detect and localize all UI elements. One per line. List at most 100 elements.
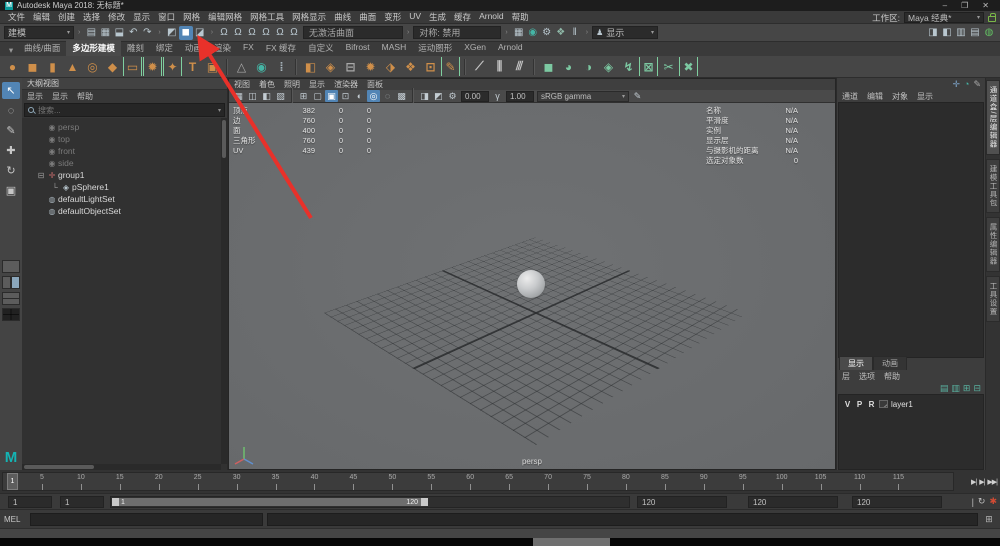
outliner-menu-2[interactable]: 显示 [52, 91, 68, 102]
workspace-reset-icon[interactable]: ◍ [982, 26, 996, 40]
channel-box-menu-3[interactable]: 对象 [892, 91, 908, 102]
open-scene-icon[interactable]: ▦ [98, 26, 112, 40]
layer-editor-tab-2[interactable]: 动画 [873, 356, 907, 370]
two-pane-horizontal-layout[interactable] [2, 292, 20, 305]
new-scene-icon[interactable]: ▤ [84, 26, 98, 40]
speed-ramp-icon[interactable]: ◔ [964, 79, 969, 89]
shelf-tab-8[interactable]: FX 缓存 [260, 40, 302, 56]
move-layer-down-icon[interactable]: ▥ [951, 383, 960, 394]
shadows-icon[interactable]: ◐ [353, 90, 366, 102]
menubar-item-2[interactable]: 编辑 [33, 11, 50, 23]
construction-plane-icon[interactable]: △ [232, 57, 251, 76]
attribute-editor-toggle-icon[interactable]: ◨ [926, 26, 940, 40]
poly-pipe-icon[interactable]: ▭ [123, 57, 142, 76]
active-surface-field[interactable]: 无激活曲面 [303, 26, 404, 39]
collapse-divider-icon[interactable]: › [156, 29, 162, 36]
multisample-aa-icon[interactable]: ▩ [395, 90, 408, 102]
outliner-item-defaultObjectSet[interactable]: ◍ defaultObjectSet [22, 205, 227, 217]
layer-name[interactable]: layer1 [891, 400, 913, 409]
pause-viewport-icon[interactable]: ‖ [568, 26, 582, 40]
measure-distance-icon[interactable]: ⁞ [272, 57, 291, 76]
lasso-select-tool[interactable]: ◌ [2, 102, 20, 119]
go-to-end-icon[interactable]: ▶▶| [987, 478, 998, 486]
shelf-tab-7[interactable]: FX [237, 40, 260, 56]
channel-box-toggle-icon[interactable]: ▥ [954, 26, 968, 40]
outliner-horizontal-scrollbar[interactable] [22, 464, 221, 470]
snap-view-plane-icon[interactable]: Ω [273, 26, 287, 40]
viewport-canvas[interactable]: 顶点 382 0 0 边 760 0 0 面 400 0 0 三角形 760 0 0 UV 439 0 0 名称 N/A… [229, 103, 835, 469]
shelf-tab-5[interactable]: 动画 [179, 40, 208, 56]
layer-row[interactable]: V P R layer1 [839, 398, 983, 410]
undo-icon[interactable]: ↶ [126, 26, 140, 40]
layer-visibility-toggle[interactable]: V [843, 400, 852, 409]
make-live-icon[interactable]: Ω [287, 26, 301, 40]
screen-space-ao-icon[interactable]: ◎ [367, 90, 380, 102]
lock-camera-icon[interactable]: ◫ [246, 90, 259, 102]
motion-blur-icon[interactable]: ◌ [381, 90, 394, 102]
channel-box-menu-2[interactable]: 编辑 [867, 91, 883, 102]
shelf-tab-10[interactable]: Bifrost [340, 40, 376, 56]
sidebar-vtab-4[interactable]: 工具设置 [986, 275, 1000, 322]
image-plane-icon[interactable]: ▧ [274, 90, 287, 102]
save-scene-icon[interactable]: ⬓ [112, 26, 126, 40]
tool-settings-toggle-icon[interactable]: ◧ [940, 26, 954, 40]
render-current-frame-icon[interactable]: ▦ [512, 26, 526, 40]
menubar-item-4[interactable]: 选择 [83, 11, 100, 23]
layer-render-toggle[interactable]: R [867, 400, 876, 409]
menubar-item-14[interactable]: 变形 [384, 11, 401, 23]
shelf-tab-2[interactable]: 多边形建模 [66, 40, 121, 56]
exposure-icon[interactable]: ⚙ [446, 90, 459, 102]
menubar-item-6[interactable]: 显示 [133, 11, 150, 23]
shelf-tab-14[interactable]: Arnold [492, 40, 529, 56]
minimize-button[interactable]: – [943, 1, 947, 10]
step-forward-frame-icon[interactable]: ▶| [971, 478, 977, 486]
snap-projected-center-icon[interactable]: Ω [259, 26, 273, 40]
sidebar-vtab-1[interactable]: 通道盒/层编辑器 [986, 80, 1000, 155]
sidebar-vtab-3[interactable]: 属性编辑器 [986, 217, 1000, 272]
poly-torus-icon[interactable]: ◎ [83, 57, 102, 76]
outliner-item-persp[interactable]: ◉ persp [22, 121, 227, 133]
hyperbolic-icon[interactable]: ✎ [973, 79, 981, 90]
remesh-icon[interactable]: ⊠ [639, 57, 658, 76]
character-set-icon[interactable]: | [972, 497, 974, 507]
symmetry-field[interactable]: 对称: 禁用 [413, 26, 502, 39]
menubar-item-15[interactable]: UV [409, 11, 421, 23]
shaded-mode-icon[interactable]: ▢ [311, 90, 324, 102]
shelf-tab-11[interactable]: MASH [376, 40, 413, 56]
workspace-lock-icon[interactable] [988, 13, 996, 22]
single-pane-layout[interactable] [2, 260, 20, 273]
render-settings-icon[interactable]: ⚙ [540, 26, 554, 40]
range-end-field-3[interactable]: 120 [852, 496, 942, 508]
extrude-icon[interactable]: ⬗ [381, 57, 400, 76]
menubar-item-13[interactable]: 曲面 [359, 11, 376, 23]
boolean-difference-icon[interactable]: ◕ [559, 57, 578, 76]
separate-icon[interactable]: ⊟ [341, 57, 360, 76]
outliner-menu-1[interactable]: 显示 [27, 91, 43, 102]
offset-edge-loop-icon[interactable]: ⫻ [510, 57, 529, 76]
svg-tool-icon[interactable]: ▣ [203, 57, 222, 76]
show-manipulators-icon[interactable]: ✛ [952, 79, 960, 90]
ipr-render-icon[interactable]: ◉ [526, 26, 540, 40]
snap-point-icon[interactable]: Ω [245, 26, 259, 40]
view-transform-dropdown[interactable]: sRGB gamma ▾ [537, 90, 629, 102]
gamma-field[interactable]: 1.00 [506, 90, 534, 102]
menubar-item-1[interactable]: 文件 [8, 11, 25, 23]
psphere1-object[interactable] [517, 270, 545, 298]
use-all-lights-icon[interactable]: ⊡ [339, 90, 352, 102]
perspective-viewport[interactable]: 视图 着色 照明 显示 渲染器 面板 ▦ ◫ ◧ ▧ ⊞ ▢ ▣ ⊡ ◐ ◎ ◌ ▩ ◨ ◩ ⚙ 0.00 γ 1.… [228, 78, 836, 470]
select-component-icon[interactable]: ◪ [193, 26, 207, 40]
two-pane-layout[interactable] [2, 276, 20, 289]
poly-gear-icon[interactable]: ✹ [143, 57, 162, 76]
smooth-icon[interactable]: ✹ [361, 57, 380, 76]
menubar-item-11[interactable]: 网格显示 [292, 11, 326, 23]
chevron-down-icon[interactable]: ▾ [218, 107, 224, 114]
channel-box-menu-4[interactable]: 显示 [917, 91, 933, 102]
layer-editor-tab-1[interactable]: 显示 [839, 356, 873, 370]
outliner-item-front[interactable]: ◉ front [22, 145, 227, 157]
menubar-item-9[interactable]: 编辑网格 [208, 11, 242, 23]
poly-cone-icon[interactable]: ▲ [63, 57, 82, 76]
poly-sphere-icon[interactable]: ● [3, 57, 22, 76]
menubar-item-16[interactable]: 生成 [429, 11, 446, 23]
playback-start-field[interactable]: 1 [60, 496, 104, 508]
playback-options-icon[interactable]: ↻ [978, 496, 986, 507]
